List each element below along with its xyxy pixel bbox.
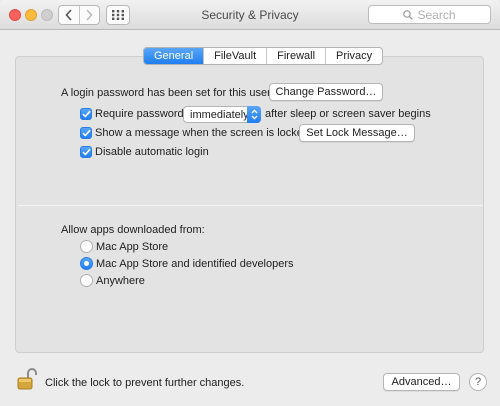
- radio-mac-app-store[interactable]: [80, 240, 93, 253]
- radio-anywhere[interactable]: [80, 274, 93, 287]
- require-password-suffix: after sleep or screen saver begins: [265, 108, 431, 120]
- select-stepper: [247, 106, 261, 123]
- change-password-button[interactable]: Change Password…: [269, 83, 383, 101]
- require-password-delay-value: immediately: [190, 108, 249, 121]
- help-button[interactable]: ?: [469, 373, 487, 391]
- tab-general[interactable]: General: [144, 48, 204, 64]
- lock-status-text: Click the lock to prevent further change…: [45, 377, 245, 389]
- search-field[interactable]: Search: [368, 5, 491, 24]
- radio-identified-developers[interactable]: [80, 257, 93, 270]
- checkmark-icon: [81, 148, 91, 156]
- disable-auto-login-checkbox[interactable]: [80, 146, 92, 158]
- allow-apps-heading: Allow apps downloaded from:: [61, 224, 205, 236]
- title-bar: Security & Privacy Search: [0, 0, 500, 30]
- search-icon: [403, 9, 414, 20]
- search-placeholder: Search: [417, 7, 456, 22]
- disable-auto-login-label: Disable automatic login: [95, 146, 209, 158]
- tab-firewall[interactable]: Firewall: [266, 48, 325, 64]
- security-privacy-window: Security & Privacy Search General FileVa…: [0, 0, 500, 406]
- login-password-label: A login password has been set for this u…: [61, 87, 271, 99]
- tab-privacy[interactable]: Privacy: [325, 48, 382, 64]
- require-password-delay-select[interactable]: immediately: [183, 106, 261, 123]
- radio-label-mac-app-store: Mac App Store: [96, 241, 169, 253]
- require-password-label: Require password: [95, 108, 184, 120]
- require-password-checkbox[interactable]: [80, 108, 92, 120]
- show-message-checkbox[interactable]: [80, 127, 92, 139]
- section-divider: [18, 205, 483, 206]
- checkmark-icon: [81, 129, 91, 137]
- radio-label-anywhere: Anywhere: [96, 275, 145, 287]
- set-lock-message-button[interactable]: Set Lock Message…: [299, 124, 415, 142]
- tab-filevault[interactable]: FileVault: [203, 48, 266, 64]
- lock-button[interactable]: [17, 367, 37, 394]
- advanced-button[interactable]: Advanced…: [383, 373, 460, 391]
- tab-bar: General FileVault Firewall Privacy: [143, 47, 384, 65]
- unlocked-padlock-icon: [17, 368, 37, 390]
- show-message-label: Show a message when the screen is locked: [95, 127, 310, 139]
- radio-label-identified-developers: Mac App Store and identified developers: [96, 258, 294, 270]
- up-down-arrows-icon: [251, 109, 257, 120]
- checkmark-icon: [81, 110, 91, 118]
